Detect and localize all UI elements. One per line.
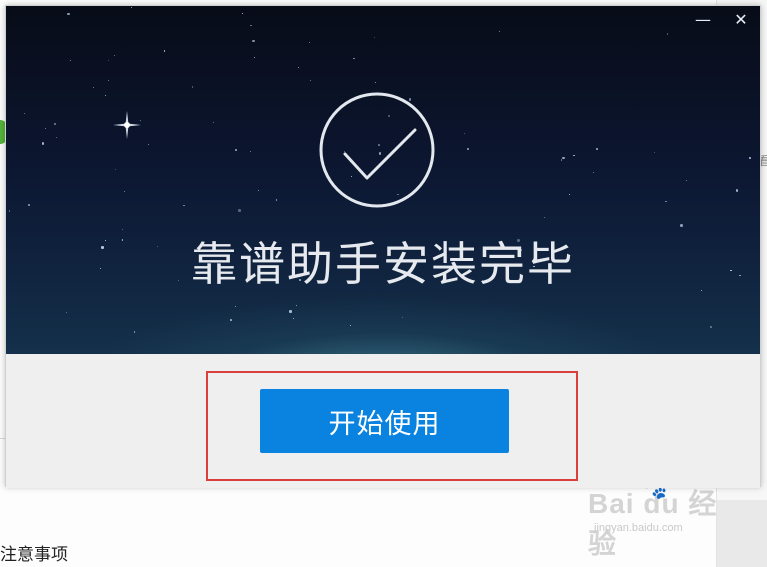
star-dot xyxy=(375,81,377,83)
start-using-button[interactable]: 开始使用 xyxy=(260,389,509,453)
window-controls: — ✕ xyxy=(684,6,760,32)
star-dot xyxy=(666,33,669,35)
install-complete-dialog: — ✕ 靠谱助手安装完毕 开始使用 xyxy=(5,5,761,488)
star-dot xyxy=(230,319,232,321)
star-dot xyxy=(41,142,45,145)
star-dot xyxy=(562,156,565,160)
star-dot xyxy=(131,6,133,8)
star-dot xyxy=(213,122,215,124)
star-dot xyxy=(252,39,255,43)
star-dot xyxy=(748,156,752,160)
close-button[interactable]: ✕ xyxy=(722,6,760,32)
star-dot xyxy=(113,54,116,57)
star-dot xyxy=(467,148,469,150)
star-dot xyxy=(242,13,244,15)
star-dot xyxy=(257,189,260,192)
star-dot xyxy=(124,190,126,192)
star-dot xyxy=(349,325,351,327)
star-dot xyxy=(104,95,106,97)
star-dot xyxy=(108,60,110,62)
star-dot xyxy=(573,154,575,157)
background-footer-text: 注意事项 xyxy=(0,545,68,565)
star-dot xyxy=(238,209,241,212)
star-dot xyxy=(595,147,599,150)
star-dot xyxy=(115,169,117,171)
star-dot xyxy=(183,204,185,207)
star-dot xyxy=(235,305,237,307)
star-dot xyxy=(735,189,739,192)
star-dot xyxy=(499,31,501,33)
star-dot xyxy=(67,12,70,16)
star-dot xyxy=(560,159,563,161)
star-dot xyxy=(292,318,294,320)
star-dot xyxy=(309,79,312,82)
star-dot xyxy=(92,86,94,88)
star-dot xyxy=(353,57,355,60)
star-dot xyxy=(250,24,252,27)
sparkle-icon xyxy=(113,111,141,139)
star-dot xyxy=(249,150,251,152)
star-dot xyxy=(28,204,30,206)
star-dot xyxy=(234,148,238,152)
dialog-footer: 开始使用 xyxy=(6,354,760,488)
star-dot xyxy=(710,326,712,328)
star-dot xyxy=(191,86,194,88)
star-dot xyxy=(308,41,311,44)
star-dot xyxy=(163,50,166,52)
star-dot xyxy=(592,171,594,173)
star-dot xyxy=(54,123,56,125)
star-dot xyxy=(44,127,46,129)
star-dot xyxy=(685,180,687,182)
check-circle-icon xyxy=(319,92,435,208)
star-dot xyxy=(665,200,667,202)
star-dot xyxy=(69,59,71,61)
star-dot xyxy=(147,144,149,146)
star-dot xyxy=(569,194,571,196)
star-dot xyxy=(374,36,376,38)
star-dot xyxy=(108,79,109,81)
star-dot xyxy=(295,304,298,307)
star-dot xyxy=(133,331,136,333)
star-dot xyxy=(653,151,656,154)
star-dot xyxy=(8,210,11,212)
star-dot xyxy=(24,112,26,114)
star-dot xyxy=(253,56,255,58)
star-dot xyxy=(463,132,465,134)
star-dot xyxy=(297,66,300,69)
star-dot xyxy=(65,311,68,314)
star-dot xyxy=(289,310,292,313)
star-dot xyxy=(680,224,683,227)
star-dot xyxy=(56,137,57,139)
star-dot xyxy=(543,216,545,218)
star-dot xyxy=(402,317,404,319)
hero-banner: — ✕ 靠谱助手安装完毕 xyxy=(6,6,760,354)
watermark-url: jingyan.baidu.com xyxy=(594,522,683,534)
minimize-button[interactable]: — xyxy=(684,6,722,32)
baidu-jingyan-watermark: Bai du 经验 🐾 jingyan.baidu.com xyxy=(588,476,728,559)
install-complete-title: 靠谱助手安装完毕 xyxy=(191,237,575,291)
star-dot xyxy=(275,199,278,201)
